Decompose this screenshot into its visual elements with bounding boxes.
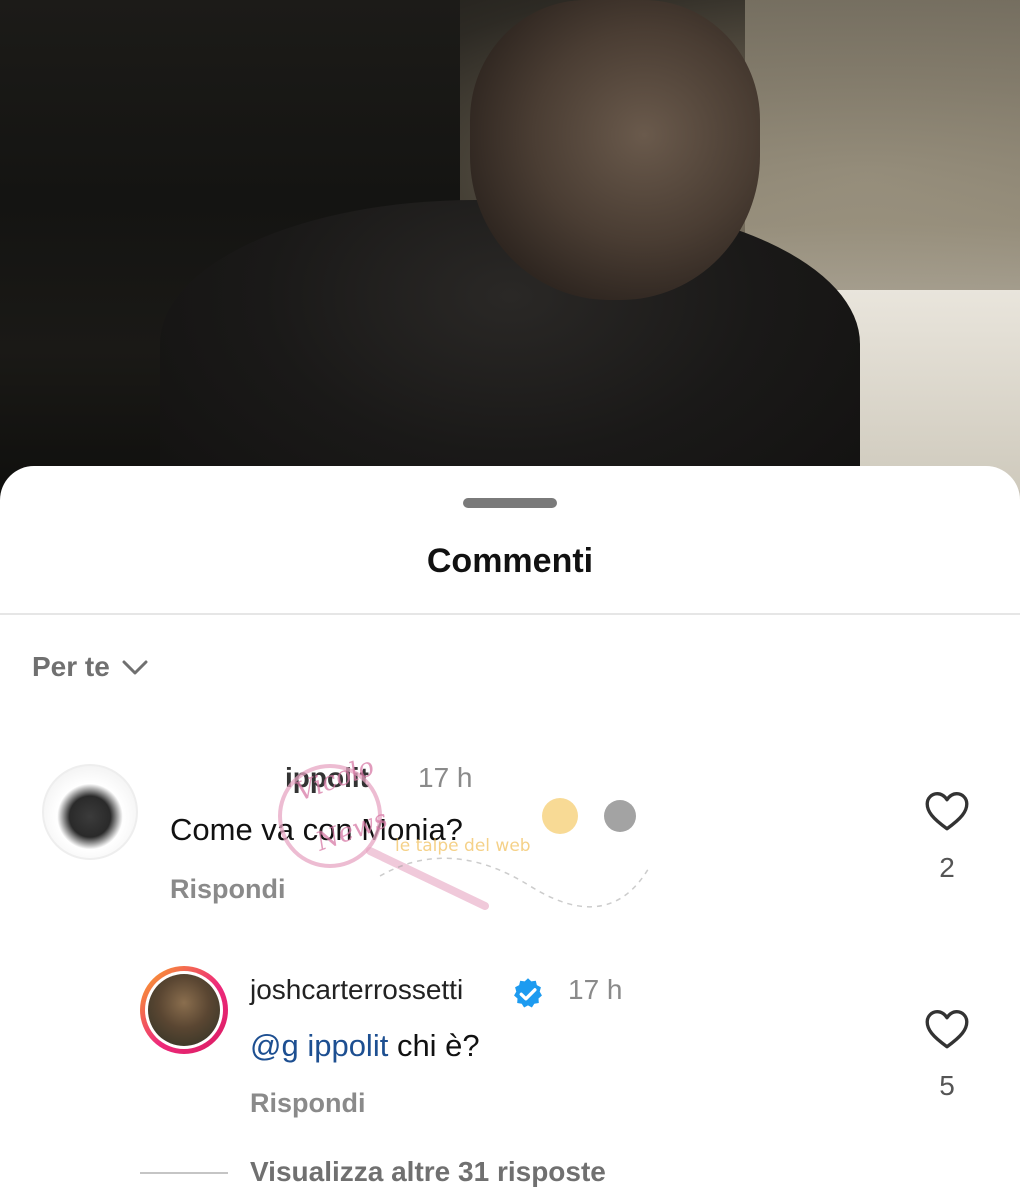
post-photo: [0, 0, 1020, 500]
header-divider: [0, 613, 1020, 615]
reply-time: 17 h: [568, 974, 623, 1005]
avatar-photo: [148, 974, 220, 1046]
reply-text: @g ippolit chi è?: [250, 1028, 480, 1064]
heart-icon[interactable]: [922, 1004, 972, 1054]
comment-text: Come va con Monia?: [170, 812, 463, 847]
more-replies-line: [140, 1172, 228, 1174]
comments-sheet: Commenti Per te ippolit 17 h Come va con…: [0, 466, 1020, 1200]
chevron-down-icon: [122, 660, 148, 675]
like-count: 2: [939, 852, 955, 883]
view-more-replies-button[interactable]: Visualizza altre 31 risposte: [250, 1156, 606, 1188]
reply-text-body: chi è?: [388, 1028, 480, 1063]
sheet-grabber[interactable]: [463, 498, 557, 508]
sort-label: Per te: [32, 651, 110, 682]
avatar[interactable]: [42, 764, 138, 860]
sheet-title: Commenti: [426, 542, 594, 580]
like-count: 5: [939, 1070, 955, 1101]
photo-person-head: [470, 0, 760, 300]
heart-icon[interactable]: [922, 786, 972, 836]
reply-button[interactable]: Rispondi: [250, 1088, 366, 1119]
story-ring-avatar[interactable]: [140, 966, 228, 1054]
verified-badge-icon: [514, 978, 542, 1008]
reply-button[interactable]: Rispondi: [170, 874, 286, 905]
sort-dropdown[interactable]: Per te: [32, 651, 150, 683]
comment-username[interactable]: ippolit: [285, 762, 369, 794]
comment-time: 17 h: [418, 762, 473, 793]
reply-mention[interactable]: @g ippolit: [250, 1028, 388, 1063]
avatar: [145, 971, 223, 1049]
reply-username[interactable]: joshcarterrossetti: [250, 974, 463, 1006]
